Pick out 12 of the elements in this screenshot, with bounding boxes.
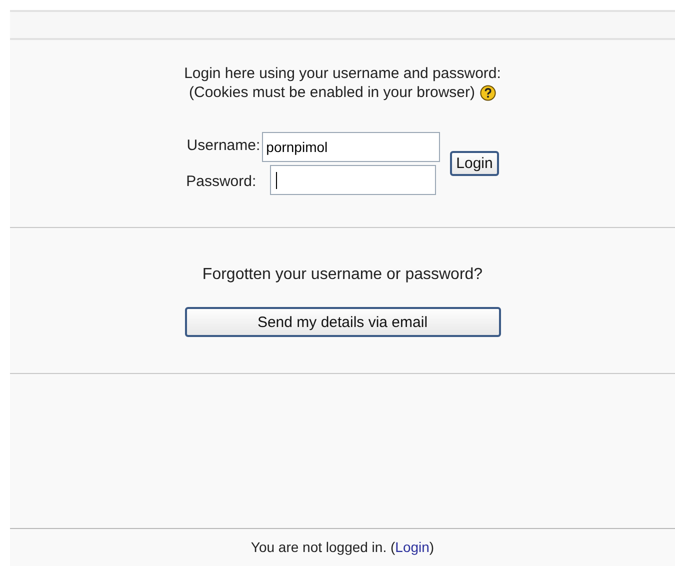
password-field[interactable] bbox=[270, 165, 436, 195]
login-status-text: You are not logged in. (Login) bbox=[250, 539, 434, 555]
password-label: Password: bbox=[186, 172, 256, 192]
forgot-question: Forgotten your username or password? bbox=[202, 266, 483, 284]
login-button[interactable]: Login bbox=[450, 151, 499, 176]
intro-text: Login here using your username and password: bbox=[184, 64, 501, 83]
login-link[interactable]: Login bbox=[395, 539, 430, 555]
send-details-button[interactable]: Send my details via email bbox=[184, 307, 500, 337]
cookies-note: (Cookies must be enabled in your browser) bbox=[189, 83, 475, 102]
help-icon[interactable] bbox=[480, 84, 496, 100]
username-label: Username: bbox=[186, 136, 260, 156]
username-field[interactable]: pornpimol bbox=[262, 132, 440, 162]
